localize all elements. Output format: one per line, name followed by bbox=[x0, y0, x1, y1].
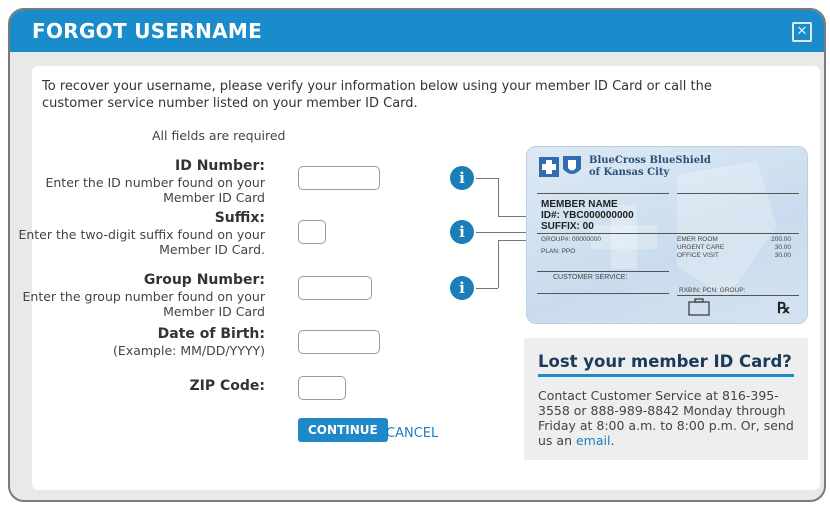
connector-line-group-h bbox=[476, 288, 498, 289]
lost-card-heading: Lost your member ID Card? bbox=[538, 352, 792, 371]
dob-input[interactable] bbox=[298, 330, 380, 354]
suffix-help-2: Member ID Card. bbox=[159, 242, 265, 257]
card-member-name: MEMBER NAME bbox=[541, 199, 618, 210]
id-number-help-1: Enter the ID number found on your bbox=[45, 175, 265, 190]
zip-label-group: ZIP Code: bbox=[189, 378, 265, 395]
intro-text: To recover your username, please verify … bbox=[42, 79, 712, 111]
card-rule-6 bbox=[677, 295, 799, 296]
dialog-body: To recover your username, please verify … bbox=[18, 66, 820, 490]
copay-label: OFFICE VISIT bbox=[677, 252, 719, 259]
lost-card-end: . bbox=[610, 433, 615, 448]
card-rule-5 bbox=[537, 293, 669, 294]
card-suffix: SUFFIX: 00 bbox=[541, 221, 594, 232]
required-note: All fields are required bbox=[152, 128, 286, 143]
zip-input[interactable] bbox=[298, 376, 346, 400]
card-rx-codes: RXBIN: PCN: GROUP: bbox=[679, 287, 746, 294]
copay-amount: 30.00 bbox=[774, 252, 791, 259]
suffix-info-icon[interactable]: i bbox=[450, 220, 474, 244]
group-number-info-icon[interactable]: i bbox=[450, 276, 474, 300]
id-number-label: ID Number: bbox=[175, 158, 265, 174]
id-number-label-group: ID Number: Enter the ID number found on … bbox=[45, 158, 265, 205]
dialog-header: FORGOT USERNAME ✕ bbox=[10, 10, 824, 52]
card-brand: BlueCross BlueShield of Kansas City bbox=[589, 155, 711, 179]
suffix-label: Suffix: bbox=[214, 210, 265, 226]
suffix-help-1: Enter the two-digit suffix found on your bbox=[18, 227, 265, 242]
copay-label: EMER ROOM bbox=[677, 236, 718, 243]
zip-label: ZIP Code: bbox=[189, 378, 265, 394]
id-number-info-icon[interactable]: i bbox=[450, 166, 474, 190]
card-customer-service: CUSTOMER SERVICE: bbox=[553, 274, 628, 281]
copay-label: URGENT CARE bbox=[677, 244, 725, 251]
card-rule-3 bbox=[537, 233, 799, 234]
card-copays: EMER ROOM 200.00 URGENT CARE 30.00 OFFICE … bbox=[677, 236, 797, 260]
group-number-label: Group Number: bbox=[143, 272, 265, 288]
card-rule-4 bbox=[537, 271, 669, 272]
suffix-label-group: Suffix: Enter the two-digit suffix found… bbox=[18, 210, 265, 257]
card-group: GROUP#: 00000000 bbox=[541, 236, 601, 243]
card-rule-2 bbox=[677, 193, 799, 194]
group-number-input[interactable] bbox=[298, 276, 372, 300]
card-brand-line2: of Kansas City bbox=[589, 167, 670, 178]
copay-amount: 200.00 bbox=[771, 236, 791, 243]
email-link[interactable]: email bbox=[576, 433, 610, 448]
dob-label: Date of Birth: bbox=[157, 326, 265, 342]
card-plan: PLAN: PPO bbox=[541, 248, 576, 255]
close-icon[interactable]: ✕ bbox=[792, 22, 812, 42]
briefcase-icon bbox=[688, 298, 710, 316]
connector-line-group-v bbox=[498, 240, 499, 288]
lost-card-underline bbox=[538, 374, 794, 377]
connector-line-id-h bbox=[476, 178, 498, 179]
suffix-input[interactable] bbox=[298, 220, 326, 244]
connector-line-id-v bbox=[498, 178, 499, 216]
dialog-title: FORGOT USERNAME bbox=[32, 19, 263, 43]
id-number-input[interactable] bbox=[298, 166, 380, 190]
card-member-info: MEMBER NAME ID#: YBC000000000 SUFFIX: 00 bbox=[541, 199, 634, 232]
bcbs-logo-icon bbox=[539, 156, 581, 177]
group-number-label-group: Group Number: Enter the group number fou… bbox=[23, 272, 266, 319]
member-id-card-image: BlueCross BlueShield of Kansas City MEMB… bbox=[526, 146, 808, 324]
lost-card-box: Lost your member ID Card? Contact Custom… bbox=[524, 338, 808, 460]
copay-amount: 30.00 bbox=[774, 244, 791, 251]
continue-button[interactable]: CONTINUE bbox=[298, 418, 388, 442]
dob-help: (Example: MM/DD/YYYY) bbox=[113, 343, 265, 358]
card-id: ID#: YBC000000000 bbox=[541, 210, 634, 221]
card-brand-line1: BlueCross BlueShield bbox=[589, 155, 711, 166]
group-number-help-1: Enter the group number found on your bbox=[22, 289, 266, 304]
lost-card-text: Contact Customer Service at 816-395-3558… bbox=[538, 388, 800, 448]
id-number-help-2: Member ID Card bbox=[163, 190, 265, 205]
card-rule-1 bbox=[537, 193, 669, 194]
group-number-help-2: Member ID Card bbox=[163, 304, 265, 319]
dob-label-group: Date of Birth: (Example: MM/DD/YYYY) bbox=[113, 326, 265, 358]
forgot-username-dialog: FORGOT USERNAME ✕ To recover your userna… bbox=[8, 8, 826, 502]
cancel-link[interactable]: CANCEL bbox=[386, 426, 438, 441]
rx-icon: ℞ bbox=[777, 299, 791, 317]
